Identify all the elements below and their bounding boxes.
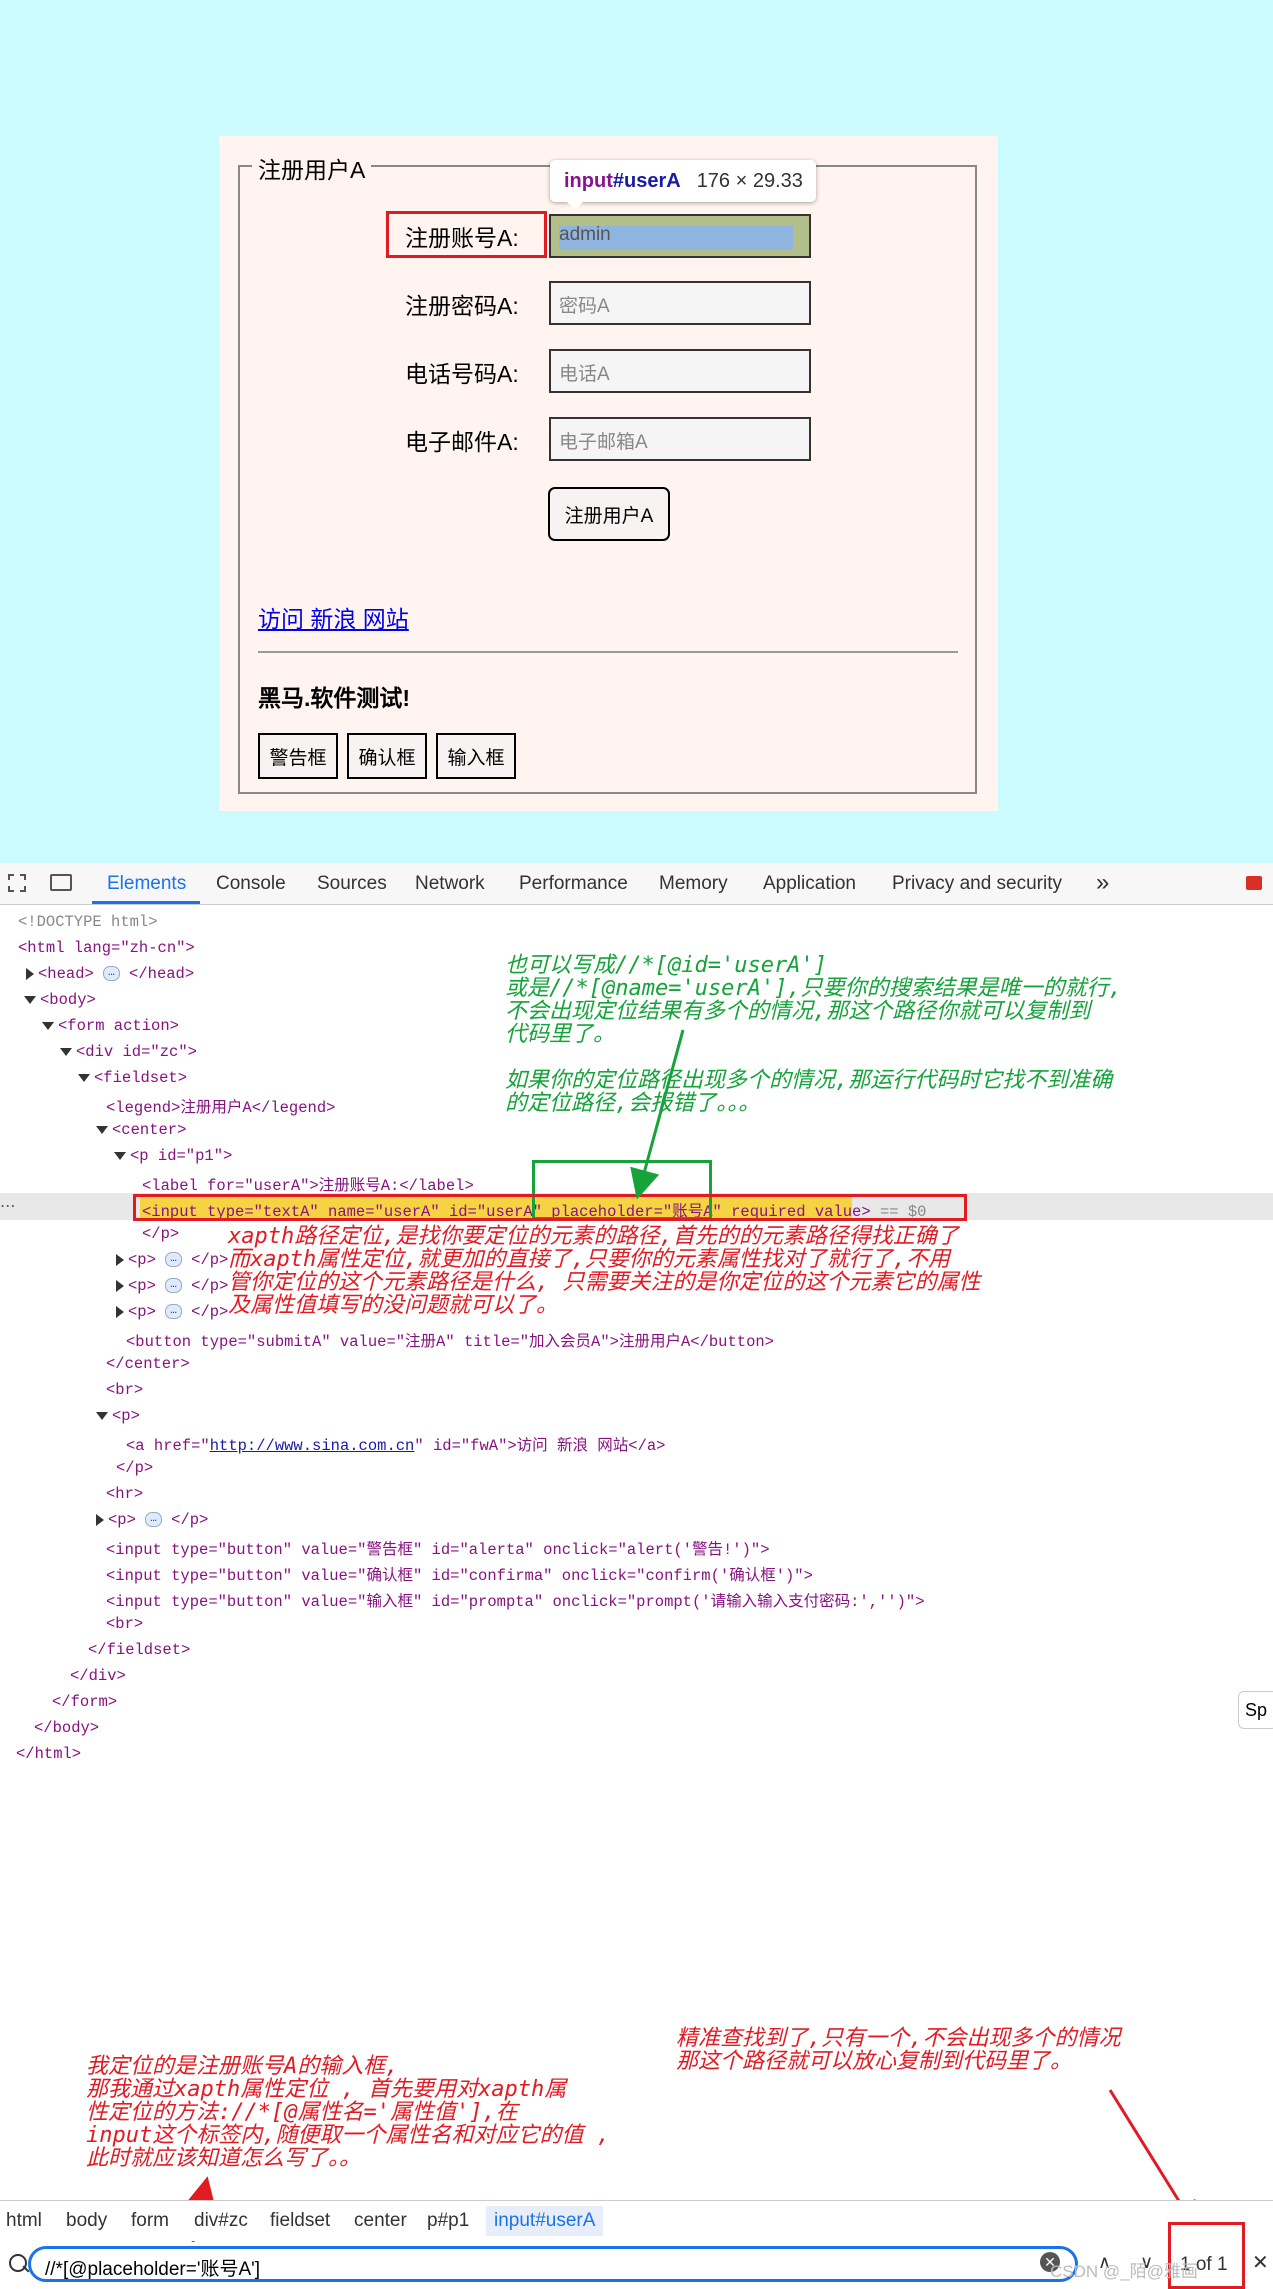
search-input[interactable]: //*[@placeholder='账号A'] <box>28 2246 1078 2282</box>
watermark: CSDN @_陌@雅画 <box>1050 2262 1198 2281</box>
crumb-body[interactable]: body <box>66 2210 107 2232</box>
crumb-fieldset[interactable]: fieldset <box>270 2210 330 2232</box>
crumb-center[interactable]: center <box>354 2210 407 2232</box>
annotation-arrows <box>186 1029 1199 2243</box>
breadcrumb: html body form div#zc fieldset center p#… <box>0 2200 1273 2241</box>
crumb-p-p1[interactable]: p#p1 <box>427 2210 469 2232</box>
crumb-input-userA[interactable]: input#userA <box>486 2206 604 2236</box>
crumb-form[interactable]: form <box>131 2210 169 2232</box>
annotation-green-arrow <box>630 1029 685 1200</box>
crumb-div-zc[interactable]: div#zc <box>194 2210 248 2232</box>
crumb-html[interactable]: html <box>6 2210 42 2232</box>
close-search-icon[interactable]: ✕ <box>1252 2250 1269 2275</box>
